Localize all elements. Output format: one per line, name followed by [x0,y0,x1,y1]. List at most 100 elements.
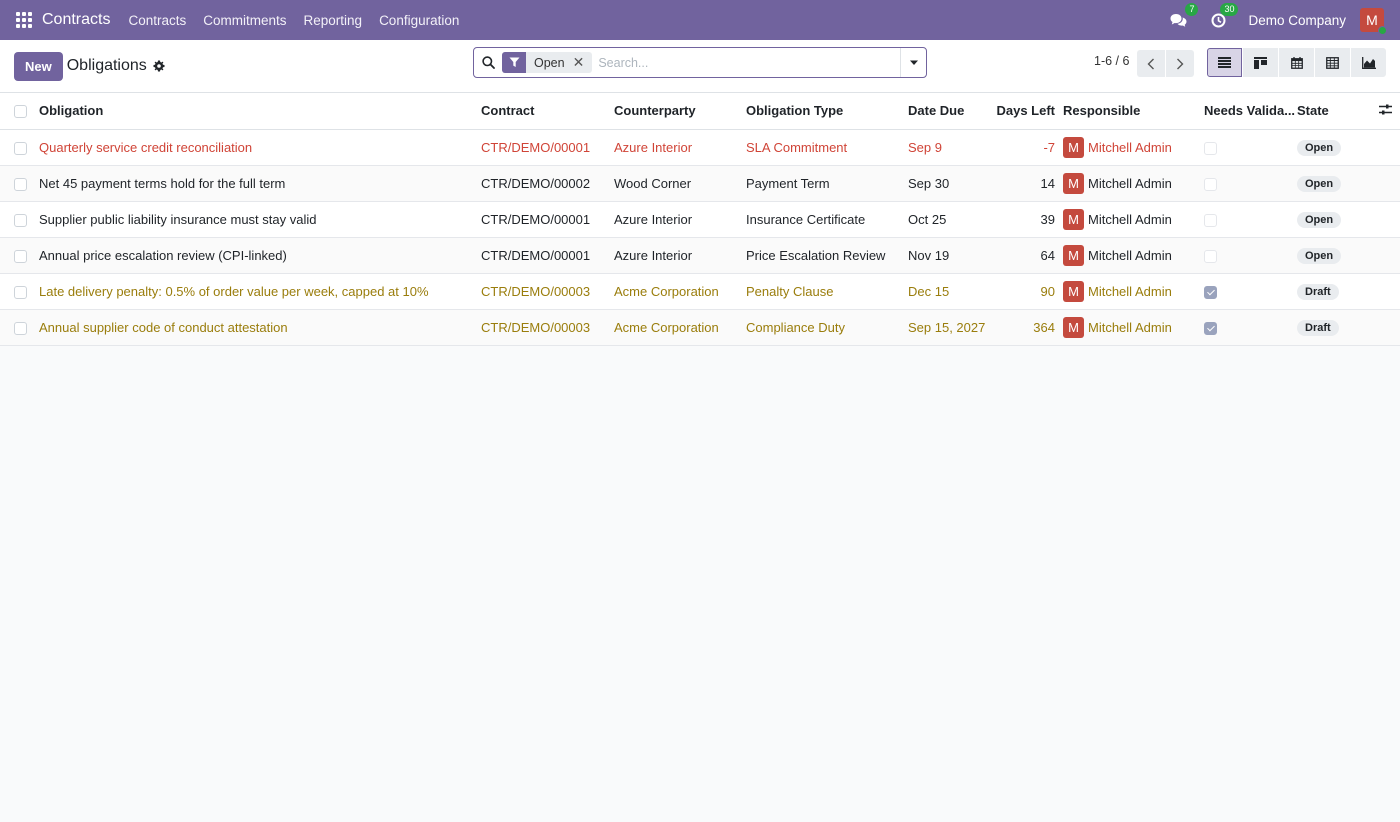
select-all-checkbox[interactable] [14,105,27,119]
company-switcher[interactable]: Demo Company [1248,13,1346,28]
days-left-cell[interactable]: 39 [992,201,1063,238]
calendar-view-button[interactable] [1279,48,1314,77]
table-row[interactable]: Late delivery penalty: 0.5% of order val… [0,273,1400,310]
state-cell[interactable]: Open [1297,165,1379,202]
column-header-needs-validation[interactable]: Needs Valida... [1204,93,1297,130]
chevron-right-icon [1177,58,1184,69]
contract-cell[interactable]: CTR/DEMO/00003 [481,273,614,310]
table-row[interactable]: Supplier public liability insurance must… [0,201,1400,238]
obligation-cell[interactable]: Supplier public liability insurance must… [39,201,481,238]
user-avatar[interactable]: M [1360,8,1387,35]
obligation-cell[interactable]: Annual supplier code of conduct attestat… [39,309,481,346]
messages-button[interactable]: 7 [1168,3,1199,30]
row-checkbox[interactable] [14,213,27,227]
state-cell[interactable]: Open [1297,201,1379,238]
optional-columns-toggle[interactable] [1379,93,1400,130]
obligation-type-cell[interactable]: SLA Commitment [746,129,908,166]
needs-validation-cell [1204,201,1297,238]
date-due-cell[interactable]: Sep 9 [908,129,992,166]
obligation-cell[interactable]: Quarterly service credit reconciliation [39,129,481,166]
pager-previous-button[interactable] [1137,50,1165,77]
new-button[interactable]: New [14,51,63,81]
obligation-type-cell[interactable]: Insurance Certificate [746,201,908,238]
table-row[interactable]: Annual price escalation review (CPI-link… [0,237,1400,274]
responsible-cell[interactable]: M Mitchell Admin [1063,165,1204,202]
contract-cell[interactable]: CTR/DEMO/00001 [481,201,614,238]
menu-reporting[interactable]: Reporting [304,13,363,28]
counterparty-cell[interactable]: Acme Corporation [614,309,746,346]
days-left-cell[interactable]: -7 [992,129,1063,166]
search-options-toggle[interactable] [900,48,926,77]
row-checkbox[interactable] [14,285,27,299]
row-checkbox[interactable] [14,141,27,155]
state-cell[interactable]: Draft [1297,273,1379,310]
days-left-cell[interactable]: 364 [992,309,1063,346]
obligation-cell[interactable]: Late delivery penalty: 0.5% of order val… [39,273,481,310]
date-due-cell[interactable]: Sep 15, 2027 [908,309,992,346]
state-cell[interactable]: Open [1297,129,1379,166]
days-left-cell[interactable]: 90 [992,273,1063,310]
days-left-cell[interactable]: 14 [992,165,1063,202]
pager-next-button[interactable] [1166,50,1194,77]
app-brand[interactable]: Contracts [42,11,110,29]
state-cell[interactable]: Draft [1297,309,1379,346]
menu-configuration[interactable]: Configuration [379,13,459,28]
column-header-contract[interactable]: Contract [481,93,614,130]
date-due-cell[interactable]: Dec 15 [908,273,992,310]
counterparty-cell[interactable]: Azure Interior [614,237,746,274]
obligation-cell[interactable]: Annual price escalation review (CPI-link… [39,237,481,274]
column-header-obligation[interactable]: Obligation [39,93,481,130]
table-row[interactable]: Annual supplier code of conduct attestat… [0,309,1400,346]
row-spacer-cell [1379,237,1400,274]
list-view-button[interactable] [1207,48,1242,77]
menu-contracts[interactable]: Contracts [128,13,186,28]
contract-cell[interactable]: CTR/DEMO/00002 [481,165,614,202]
table-row[interactable]: Quarterly service credit reconciliation C… [0,129,1400,166]
pivot-view-button[interactable] [1315,48,1350,77]
responsible-cell[interactable]: M Mitchell Admin [1063,201,1204,238]
contract-cell[interactable]: CTR/DEMO/00001 [481,237,614,274]
activities-button[interactable]: 30 [1208,3,1239,30]
counterparty-cell[interactable]: Azure Interior [614,201,746,238]
remove-facet-icon[interactable]: ✕ [573,52,593,73]
search-input[interactable] [598,55,900,70]
responsible-cell[interactable]: M Mitchell Admin [1063,129,1204,166]
obligation-type-cell[interactable]: Compliance Duty [746,309,908,346]
row-checkbox[interactable] [14,321,27,335]
pager-value[interactable]: 1-6 / 6 [1094,54,1129,68]
responsible-cell[interactable]: M Mitchell Admin [1063,273,1204,310]
responsible-cell[interactable]: M Mitchell Admin [1063,237,1204,274]
contract-cell[interactable]: CTR/DEMO/00001 [481,129,614,166]
column-header-counterparty[interactable]: Counterparty [614,93,746,130]
menu-commitments[interactable]: Commitments [203,13,286,28]
column-header-days-left[interactable]: Days Left [992,93,1063,130]
counterparty-cell[interactable]: Azure Interior [614,129,746,166]
search-icon[interactable] [474,48,502,77]
counterparty-cell[interactable]: Wood Corner [614,165,746,202]
date-due-cell[interactable]: Sep 30 [908,165,992,202]
days-left-cell[interactable]: 64 [992,237,1063,274]
contract-cell[interactable]: CTR/DEMO/00003 [481,309,614,346]
state-cell[interactable]: Open [1297,237,1379,274]
app-grid-icon[interactable] [16,12,32,28]
row-checkbox[interactable] [14,249,27,263]
column-header-responsible[interactable]: Responsible [1063,93,1204,130]
needs-validation-checkbox [1204,213,1217,227]
column-header-date-due[interactable]: Date Due [908,93,992,130]
online-status-dot [1378,26,1387,35]
date-due-cell[interactable]: Oct 25 [908,201,992,238]
obligation-type-cell[interactable]: Price Escalation Review [746,237,908,274]
obligation-cell[interactable]: Net 45 payment terms hold for the full t… [39,165,481,202]
column-header-state[interactable]: State [1297,93,1379,130]
obligation-type-cell[interactable]: Payment Term [746,165,908,202]
graph-view-button[interactable] [1351,48,1386,77]
kanban-view-button[interactable] [1243,48,1278,77]
date-due-cell[interactable]: Nov 19 [908,237,992,274]
row-checkbox[interactable] [14,177,27,191]
table-row[interactable]: Net 45 payment terms hold for the full t… [0,165,1400,202]
responsible-cell[interactable]: M Mitchell Admin [1063,309,1204,346]
gear-icon[interactable] [153,60,165,72]
obligation-type-cell[interactable]: Penalty Clause [746,273,908,310]
counterparty-cell[interactable]: Acme Corporation [614,273,746,310]
column-header-obligation-type[interactable]: Obligation Type [746,93,908,130]
